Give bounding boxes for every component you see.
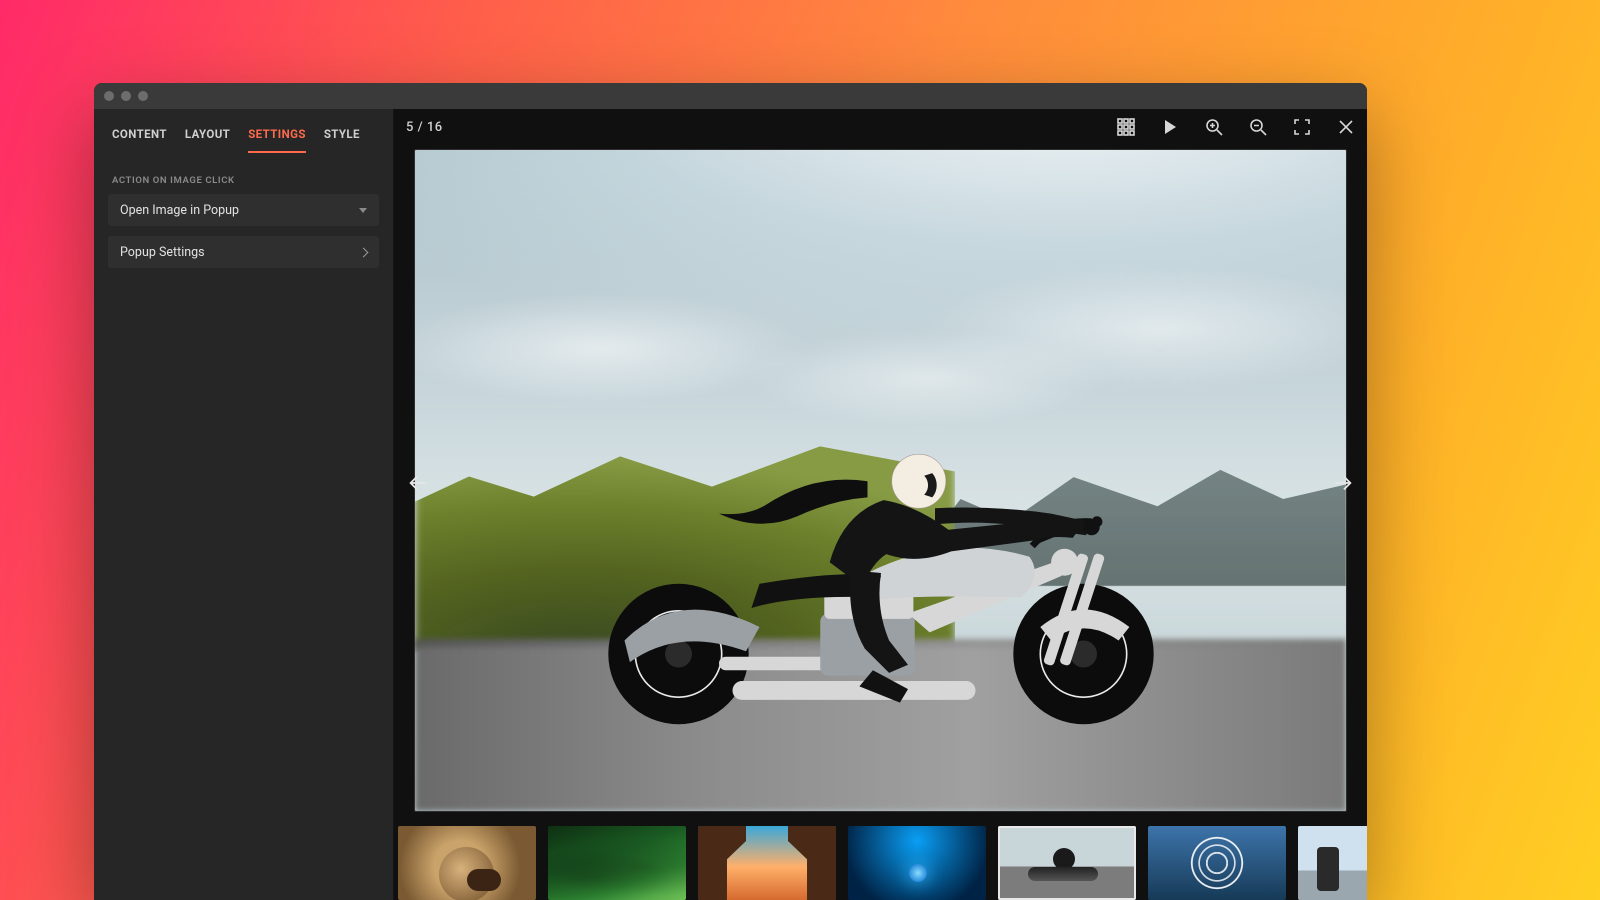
app-content: CONTENT LAYOUT SETTINGS STYLE ACTION ON … <box>94 109 1367 900</box>
image-stage[interactable] <box>414 149 1347 812</box>
fullscreen-icon[interactable] <box>1293 118 1311 136</box>
close-icon[interactable] <box>1337 118 1355 136</box>
viewer-toolbar <box>1117 118 1355 136</box>
play-icon[interactable] <box>1161 118 1179 136</box>
select-value: Open Image in Popup <box>120 203 239 218</box>
traffic-light-zoom[interactable] <box>138 91 148 101</box>
tab-layout[interactable]: LAYOUT <box>185 127 230 153</box>
motorcycle-illustration <box>530 411 1232 735</box>
next-image-button[interactable] <box>1329 469 1357 497</box>
window-titlebar <box>94 83 1367 109</box>
thumbnail[interactable] <box>698 826 836 900</box>
tab-content[interactable]: CONTENT <box>112 127 167 153</box>
sidebar-tabs: CONTENT LAYOUT SETTINGS STYLE <box>94 109 393 153</box>
image-counter: 5 / 16 <box>406 120 443 135</box>
viewer-topbar: 5 / 16 <box>394 109 1367 145</box>
popup-settings-label: Popup Settings <box>120 245 205 260</box>
thumbnail-strip[interactable] <box>394 820 1367 900</box>
grid-icon[interactable] <box>1117 118 1135 136</box>
prev-image-button[interactable] <box>404 469 432 497</box>
chevron-right-icon <box>360 245 367 260</box>
thumbnail[interactable] <box>1298 826 1367 900</box>
section-label-action: ACTION ON IMAGE CLICK <box>112 175 375 186</box>
zoom-in-icon[interactable] <box>1205 118 1223 136</box>
zoom-out-icon[interactable] <box>1249 118 1267 136</box>
image-viewer: 5 / 16 <box>394 109 1367 900</box>
main-image <box>415 150 1346 811</box>
thumbnail[interactable] <box>548 826 686 900</box>
caret-down-icon <box>359 208 367 213</box>
thumbnail[interactable] <box>398 826 536 900</box>
traffic-light-close[interactable] <box>104 91 114 101</box>
settings-sidebar: CONTENT LAYOUT SETTINGS STYLE ACTION ON … <box>94 109 394 900</box>
thumbnail[interactable] <box>1148 826 1286 900</box>
thumbnail-active[interactable] <box>998 826 1136 900</box>
traffic-light-minimize[interactable] <box>121 91 131 101</box>
tab-style[interactable]: STYLE <box>324 127 360 153</box>
popup-settings-row[interactable]: Popup Settings <box>108 236 379 268</box>
thumbnail[interactable] <box>848 826 986 900</box>
app-window: CONTENT LAYOUT SETTINGS STYLE ACTION ON … <box>94 83 1367 900</box>
stage-wrap <box>394 145 1367 820</box>
tab-settings[interactable]: SETTINGS <box>248 127 306 153</box>
action-on-click-select[interactable]: Open Image in Popup <box>108 194 379 226</box>
